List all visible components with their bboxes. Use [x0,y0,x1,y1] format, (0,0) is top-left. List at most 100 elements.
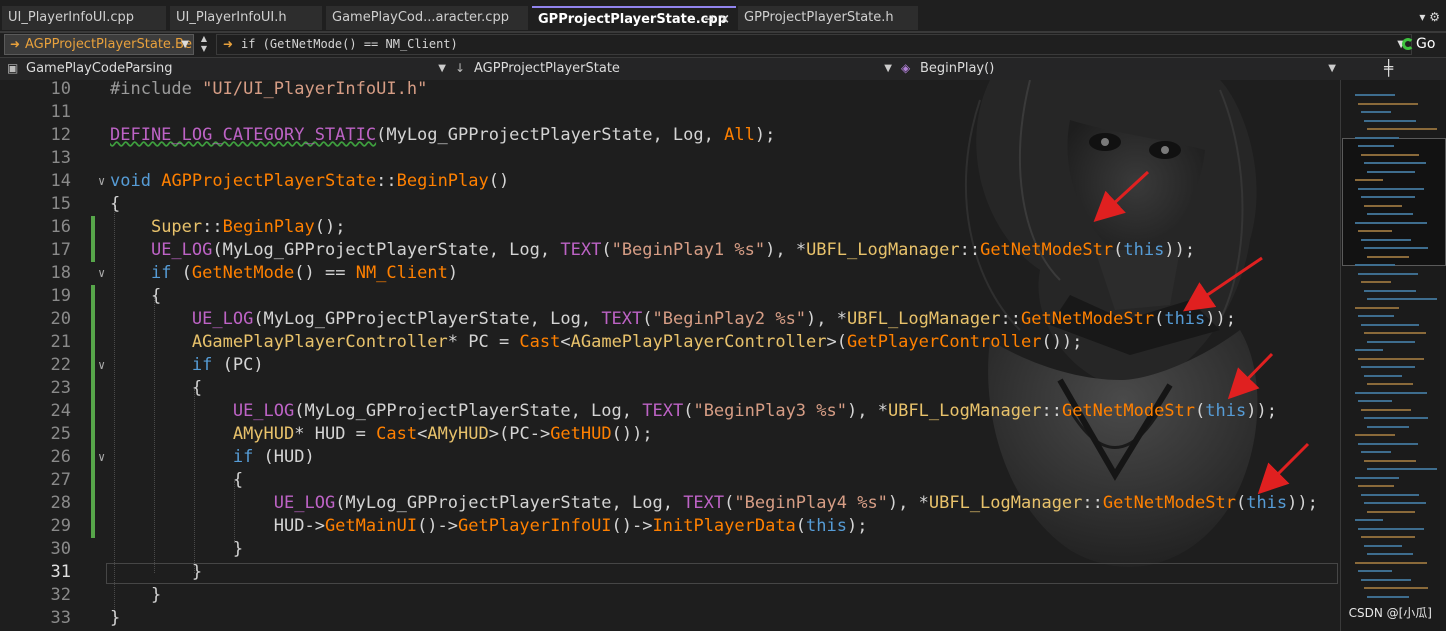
minimap-line [1364,502,1426,504]
line-number: 28 [50,493,71,513]
minimap-line [1355,349,1383,351]
minimap-line [1355,306,1399,309]
go-button[interactable]: Go [1402,34,1446,56]
chevron-down-icon: ▼ [181,39,189,50]
minimap-line [1355,264,1395,266]
tab-ui-playerinfoui-cpp[interactable]: UI_PlayerInfoUI.cpp [2,6,166,30]
member-dropdown[interactable]: ◈ BeginPlay() ▼ [896,59,1340,78]
minimap-line [1361,153,1419,156]
code-editor[interactable]: 10 #include "UI/UI_PlayerInfoUI.h" 11 12 DEF… [0,80,1340,631]
code-line[interactable]: 10 #include "UI/UI_PlayerInfoUI.h" [0,80,1340,101]
tab-gpprojectplayerstate-h[interactable]: GPProjectPlayerState.h [738,6,918,30]
code-text: if (GetNetMode() == NM_Client) [150,263,459,283]
minimap-line [1364,459,1416,462]
condition-dropdown[interactable]: ➜ if (GetNetMode() == NM_Client) ▼ [216,34,1412,55]
member-label: BeginPlay() [920,61,995,76]
minimap-line [1358,442,1418,445]
change-indicator [91,492,95,515]
scope-value: AGPProjectPlayerState.Be [25,37,192,52]
code-text: } [110,539,244,559]
minimap-line [1361,281,1391,283]
code-line[interactable]: 25 AMyHUD* HUD = Cast<AMyHUD>(PC->GetHUD… [0,423,1340,446]
minimap-line [1361,111,1391,113]
pin-icon[interactable]: ⊣ [704,8,714,30]
change-indicator [91,239,95,262]
class-label: AGPProjectPlayerState [474,61,620,76]
minimap-line [1367,128,1437,130]
line-number: 12 [50,125,71,145]
code-text: DEFINE_LOG_CATEGORY_STATIC(MyLog_GPProje… [110,125,776,145]
code-text: #include "UI/UI_PlayerInfoUI.h" [110,80,428,99]
tab-ui-playerinfoui-h[interactable]: UI_PlayerInfoUI.h [170,6,322,30]
code-line[interactable]: 18 ∨ if (GetNetMode() == NM_Client) [0,262,1340,285]
code-line[interactable]: 24 UE_LOG(MyLog_GPProjectPlayerState, Lo… [0,400,1340,423]
code-line[interactable]: 17 UE_LOG(MyLog_GPProjectPlayerState, Lo… [0,239,1340,262]
minimap-line [1361,451,1391,453]
minimap-line [1364,332,1426,334]
code-line[interactable]: 33} [0,607,1340,630]
fold-toggle-icon[interactable]: ∨ [98,446,105,469]
code-text: UE_LOG(MyLog_GPProjectPlayerState, Log, … [273,493,1318,513]
line-number: 13 [50,148,71,168]
scope-dropdown[interactable]: ➜ AGPProjectPlayerState.Be ▼ [4,34,194,55]
code-line[interactable]: 19 { [0,285,1340,308]
code-line[interactable]: 26 ∨ if (HUD) [0,446,1340,469]
code-text: } [110,608,121,628]
code-line[interactable]: 32 } [0,584,1340,607]
code-text: { [110,194,121,214]
code-line[interactable]: 12 DEFINE_LOG_CATEGORY_STATIC(MyLog_GPPro… [0,124,1340,147]
minimap-line [1367,553,1413,555]
line-number: 24 [50,401,71,421]
code-line[interactable]: 30 } [0,538,1340,561]
code-text: UE_LOG(MyLog_GPProjectPlayerState, Log, … [232,401,1277,421]
minimap-line [1364,374,1402,377]
line-number: 20 [50,309,71,329]
fold-toggle-icon[interactable]: ∨ [98,354,105,377]
minimap-scrollbar[interactable] [1340,80,1446,631]
minimap-line [1364,162,1426,164]
minimap-line [1367,170,1415,173]
code-line[interactable]: 11 [0,101,1340,124]
fold-toggle-icon[interactable]: ∨ [98,170,105,193]
close-icon[interactable]: × [719,8,730,30]
code-line[interactable]: 13 [0,147,1340,170]
code-line[interactable]: 20 UE_LOG(MyLog_GPProjectPlayerState, Lo… [0,308,1340,331]
split-view-icon[interactable]: ╪ [1384,58,1393,78]
tab-gameplaycod-character-cpp[interactable]: GamePlayCod...aracter.cpp [326,6,528,30]
code-text: AGamePlayPlayerController* PC = Cast<AGa… [191,332,1083,352]
navigation-bar: ▣ GamePlayCodeParsing ▼ ↓ AGPProjectPlay… [0,58,1446,81]
project-icon: ▣ [7,61,19,75]
code-line[interactable]: 29 HUD->GetMainUI()->GetPlayerInfoUI()->… [0,515,1340,538]
line-number: 27 [50,470,71,490]
minimap-line [1358,357,1424,360]
minimap-line [1367,468,1437,470]
code-line[interactable]: 27 { [0,469,1340,492]
change-indicator [91,469,95,492]
code-line[interactable]: 16 Super::BeginPlay(); [0,216,1340,239]
code-line[interactable]: 22 ∨ if (PC) [0,354,1340,377]
code-line[interactable]: 14 ∨ void AGPProjectPlayerState::BeginPlay… [0,170,1340,193]
line-number: 10 [50,80,71,99]
minimap-line [1355,391,1427,394]
up-down-stepper-icon[interactable]: ▲ ▼ [198,34,210,55]
tab-gpprojectplayerstate-cpp[interactable]: GPProjectPlayerState.cpp ⊣ × [532,6,736,30]
code-text: void AGPProjectPlayerState::BeginPlay() [110,171,510,191]
code-lines[interactable]: 10 #include "UI/UI_PlayerInfoUI.h" 11 12 DEF… [0,80,1340,630]
fold-toggle-icon[interactable]: ∨ [98,262,105,285]
code-line[interactable]: 23 { [0,377,1340,400]
code-line[interactable]: 15 { [0,193,1340,216]
code-line[interactable]: 21 AGamePlayPlayerController* PC = Cast<… [0,331,1340,354]
minimap-line [1367,383,1413,385]
class-dropdown[interactable]: ↓ AGPProjectPlayerState ▼ [450,59,896,78]
tab-overflow-icon[interactable]: ▾ ⚙ [1419,10,1440,24]
code-text: HUD->GetMainUI()->GetPlayerInfoUI()->Ini… [110,516,868,536]
code-line[interactable]: 31 } [0,561,1340,584]
minimap-line [1355,561,1427,564]
scope-bar: ➜ AGPProjectPlayerState.Be ▼ ▲ ▼ ➜ if (Ge… [0,33,1446,58]
code-line[interactable]: 28 UE_LOG(MyLog_GPProjectPlayerState, Lo… [0,492,1340,515]
watermark: CSDN @[小瓜] [1348,606,1432,620]
change-indicator [91,331,95,354]
line-number: 32 [50,585,71,605]
project-dropdown[interactable]: ▣ GamePlayCodeParsing ▼ [2,59,450,78]
arrow-right-icon: ➜ [223,37,234,51]
